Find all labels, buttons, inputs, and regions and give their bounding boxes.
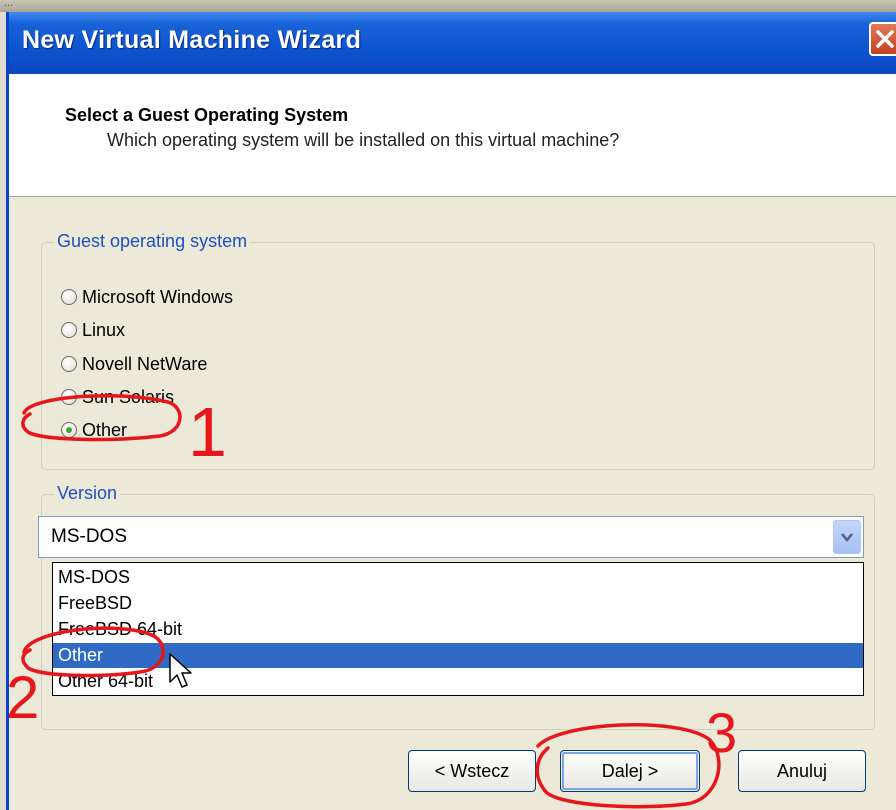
dropdown-button[interactable] xyxy=(833,520,861,554)
radio-label: Linux xyxy=(82,319,126,340)
close-icon xyxy=(876,30,894,48)
next-button[interactable]: Dalej > xyxy=(560,750,700,792)
dropdown-item-freebsd[interactable]: FreeBSD xyxy=(53,591,863,616)
radio-novell-netware[interactable]: Novell NetWare xyxy=(61,351,207,377)
radio-label: Sun Solaris xyxy=(82,386,175,407)
radio-microsoft-windows[interactable]: Microsoft Windows xyxy=(61,284,233,310)
radio-linux[interactable]: Linux xyxy=(61,317,125,343)
version-select[interactable]: MS-DOS xyxy=(38,516,864,558)
close-button[interactable] xyxy=(869,22,896,56)
back-button[interactable]: < Wstecz xyxy=(408,750,536,792)
radio-button[interactable] xyxy=(61,389,77,405)
page-title: Select a Guest Operating System xyxy=(65,105,349,125)
chevron-down-icon xyxy=(841,533,853,542)
version-legend: Version xyxy=(54,483,121,504)
radio-button-checked[interactable] xyxy=(61,422,77,438)
dropdown-item-ms-dos[interactable]: MS-DOS xyxy=(53,565,863,590)
cancel-button[interactable]: Anuluj xyxy=(738,750,866,792)
dropdown-item-freebsd-64[interactable]: FreeBSD 64-bit xyxy=(53,617,863,642)
wizard-header: Select a Guest Operating System Which op… xyxy=(9,74,896,197)
radio-label: Microsoft Windows xyxy=(82,286,234,307)
radio-button[interactable] xyxy=(61,289,77,305)
radio-button[interactable] xyxy=(61,356,77,372)
window-above-strip-text: ... xyxy=(4,0,14,9)
guest-os-legend: Guest operating system xyxy=(54,231,251,252)
radio-label: Novell NetWare xyxy=(82,353,208,374)
radio-other[interactable]: Other xyxy=(61,417,127,443)
page-subtitle: Which operating system will be installed… xyxy=(107,130,620,150)
version-select-value: MS-DOS xyxy=(51,526,127,547)
title-bar[interactable]: New Virtual Machine Wizard xyxy=(9,12,896,74)
radio-label: Other xyxy=(82,419,128,440)
window-title: New Virtual Machine Wizard xyxy=(22,26,362,54)
mouse-cursor-icon xyxy=(169,653,192,688)
window-above-strip: ... xyxy=(0,0,896,12)
radio-button[interactable] xyxy=(61,322,77,338)
radio-sun-solaris[interactable]: Sun Solaris xyxy=(61,384,174,410)
